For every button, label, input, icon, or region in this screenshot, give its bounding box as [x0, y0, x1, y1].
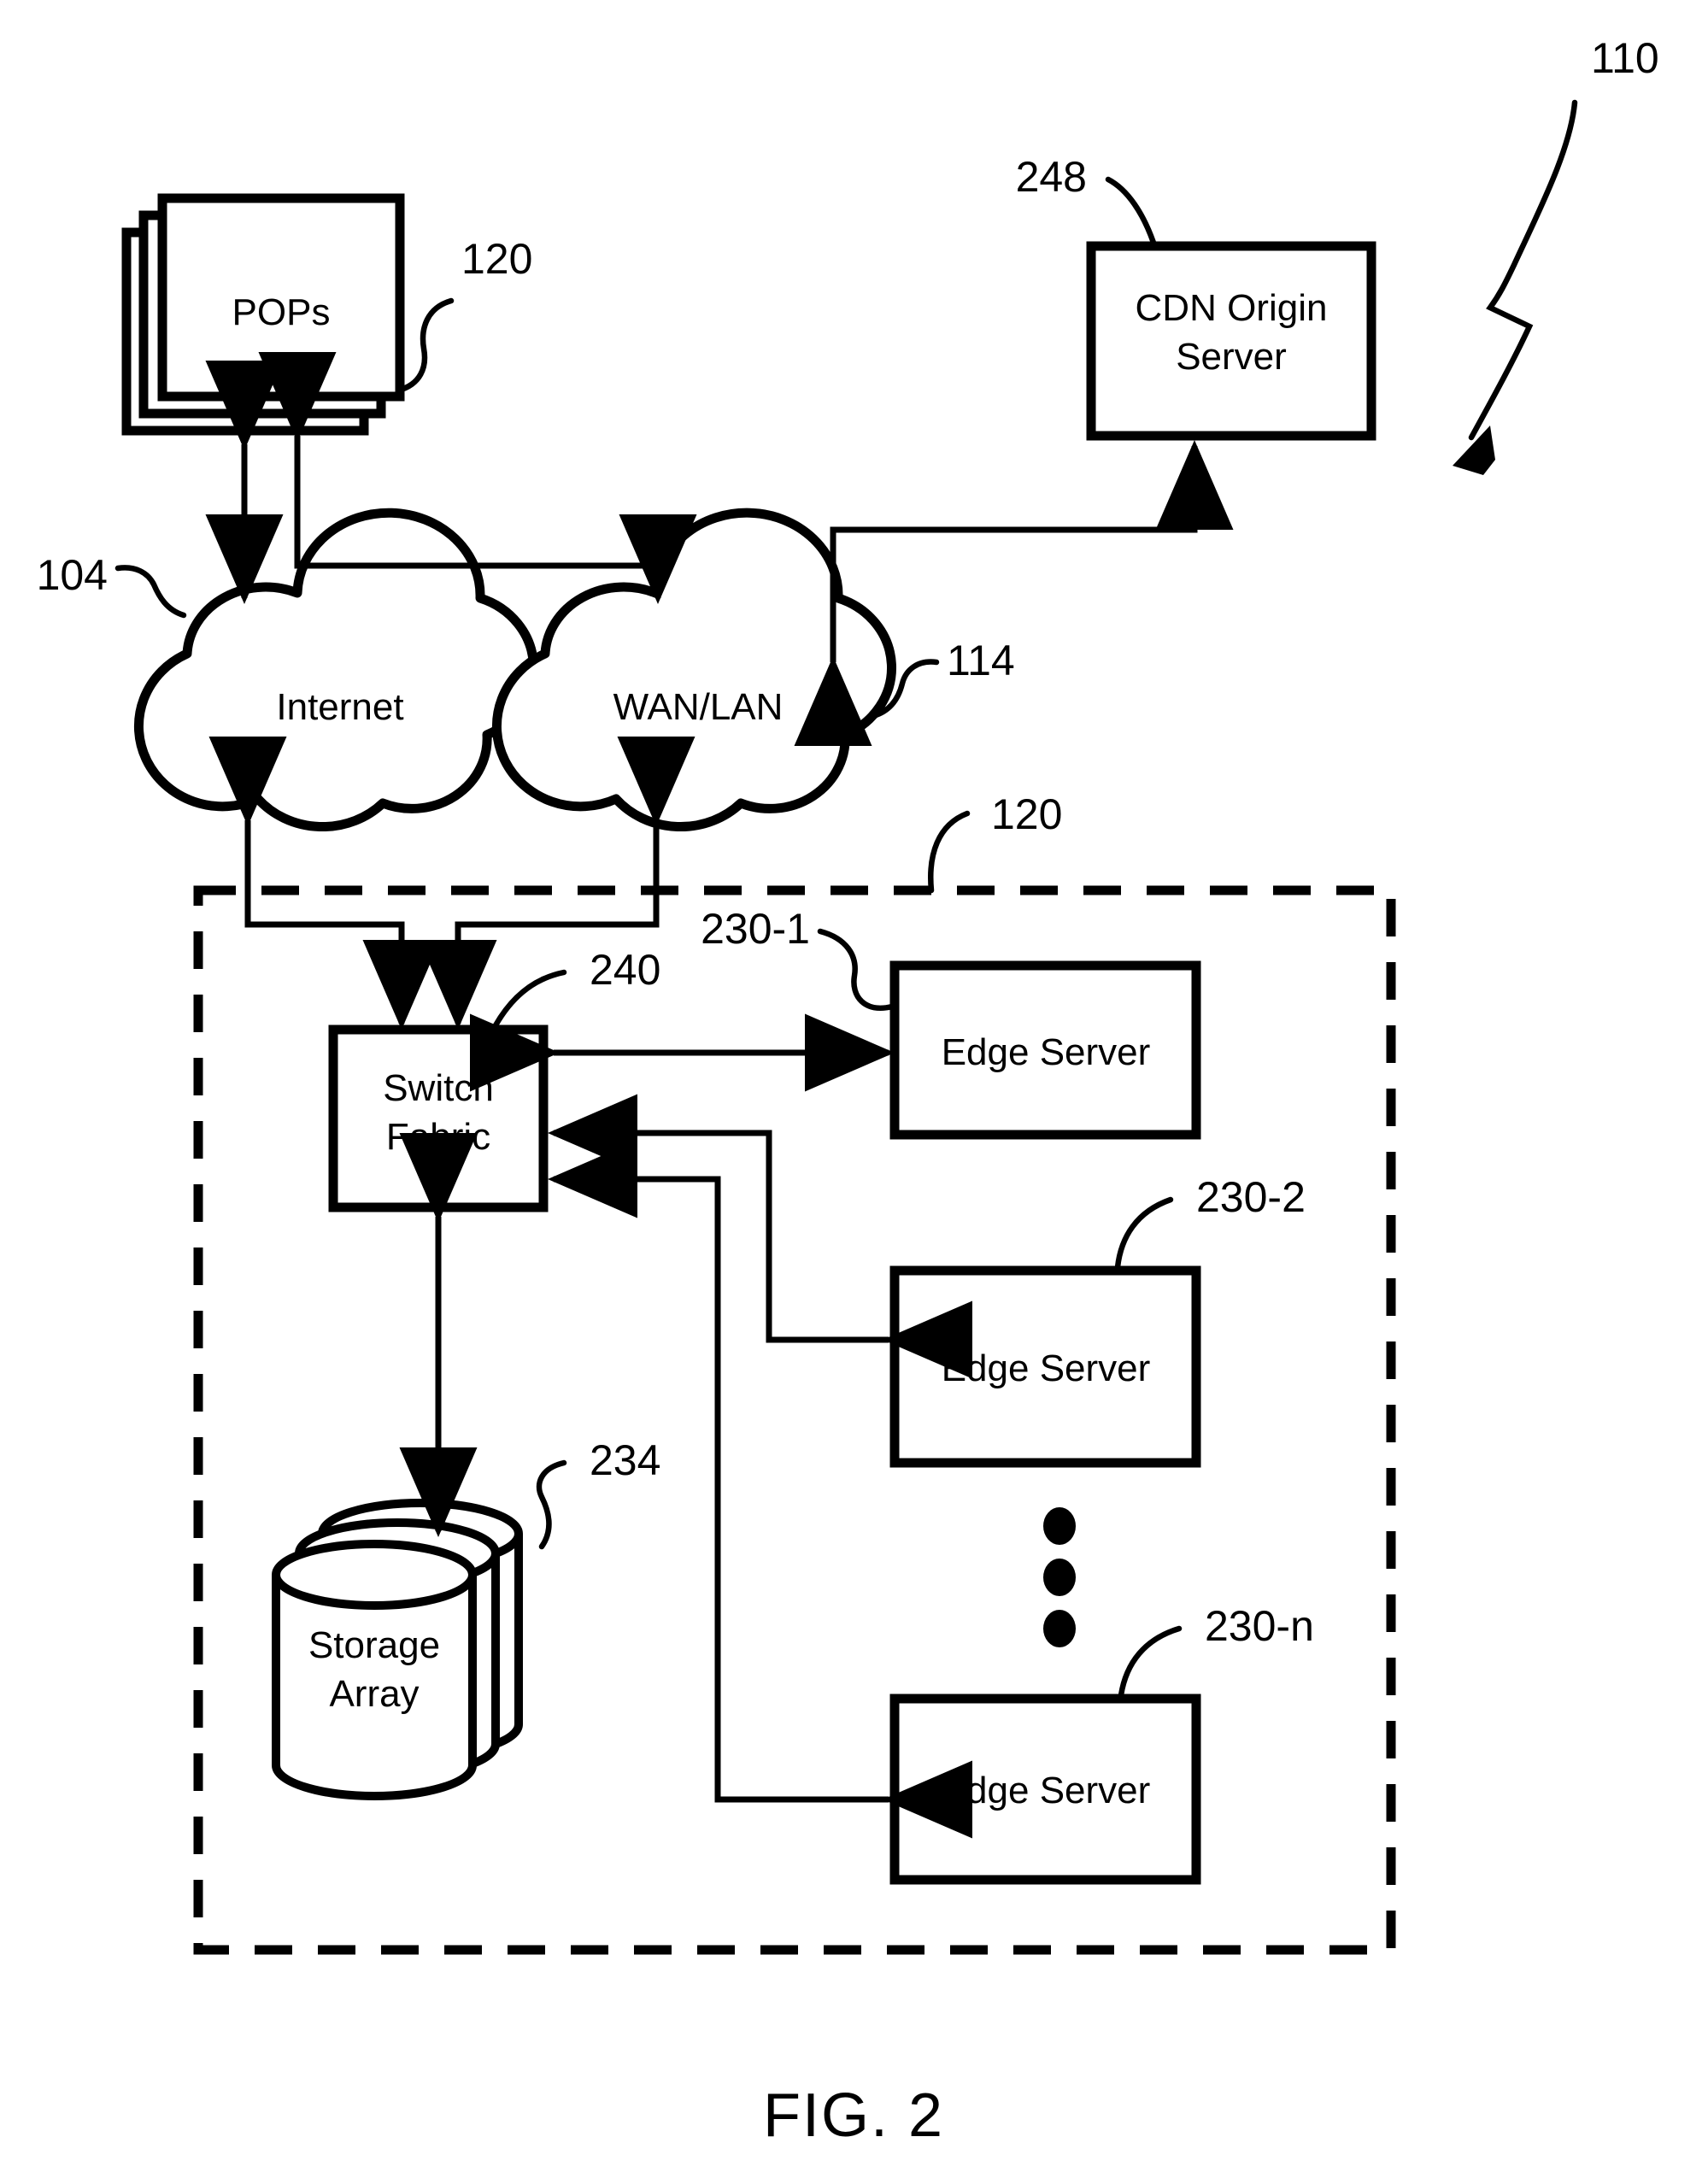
pop-boundary-ref-leader [928, 810, 971, 894]
ref-label-storage-234: 234 [590, 1436, 660, 1484]
edge-server-2-node: Edge Server 230-2 [548, 1094, 1306, 1468]
link-internet-switchfabric [208, 737, 441, 1030]
arrow-internet-switchfabric [208, 737, 441, 1030]
pops-node: POPs 120 [121, 193, 532, 436]
wanlan-cloud-node: WAN/LAN 114 [491, 508, 1015, 831]
link-wanlan-cdn [794, 440, 1234, 746]
switch-fabric-label-line2: Fabric [386, 1116, 490, 1158]
internet-label: Internet [276, 686, 403, 728]
ref-label-pops-120: 120 [461, 235, 532, 283]
internet-cloud-shape [133, 508, 538, 831]
ref-label-edge1-230-1: 230-1 [701, 905, 810, 953]
storage-array-node: Storage Array 234 [272, 1436, 660, 1800]
pops-ref-leader [395, 297, 455, 394]
storage-array-ref-leader [536, 1459, 567, 1550]
cdn-origin-label-line1: CDN Origin [1136, 287, 1328, 329]
cdn-origin-ref-leader [1105, 176, 1157, 246]
ref-label-cdn-248: 248 [1016, 153, 1087, 201]
edge-server-n-ref-leader [1118, 1625, 1183, 1699]
edge-server-1-node: Edge Server 230-1 [470, 905, 1201, 1140]
cdn-origin-label-line2: Server [1176, 336, 1287, 378]
arrow-switchfabric-edgen [548, 1140, 972, 1839]
storage-array-label-line2: Array [329, 1673, 419, 1715]
wanlan-label: WAN/LAN [613, 686, 784, 728]
switch-fabric-node: Switch Fabric 240 [328, 946, 660, 1212]
ref-label-edgen-230-n: 230-n [1205, 1602, 1314, 1650]
ref-label-popboundary-120: 120 [991, 790, 1062, 838]
edge-server-n-label: Edge Server [942, 1770, 1151, 1811]
switch-fabric-label-line1: Switch [383, 1067, 494, 1109]
edge-server-2-label: Edge Server [942, 1347, 1151, 1389]
storage-cylinder-front-top [272, 1574, 477, 1610]
ellipsis-dot-1 [1043, 1507, 1076, 1545]
vertical-ellipsis [1043, 1507, 1076, 1647]
internet-cloud-node: Internet 104 [37, 508, 538, 831]
ellipsis-dot-3 [1043, 1610, 1076, 1647]
ref-label-wanlan-114: 114 [947, 637, 1015, 684]
arrow-wanlan-cdn [794, 440, 1234, 746]
figure-caption: FIG. 2 [763, 2081, 944, 2150]
ref-label-switchfabric-240: 240 [590, 946, 660, 994]
edge-server-2-ref-leader [1114, 1196, 1174, 1271]
ref-label-internet-104: 104 [37, 551, 108, 599]
switch-fabric-ref-leader [492, 969, 567, 1029]
edge-server-1-ref-leader [817, 928, 895, 1011]
edge-server-1-label: Edge Server [942, 1031, 1151, 1073]
pops-label: POPs [232, 291, 331, 333]
arrow-switchfabric-edge2 [548, 1094, 972, 1379]
cdn-origin-server-node: CDN Origin Server 248 [1016, 153, 1376, 441]
storage-array-label-line1: Storage [308, 1624, 440, 1666]
figure-canvas: 110 POPs 120 CDN Origin Server 248 Inter… [37, 34, 1659, 2150]
ref-label-edge2-230-2: 230-2 [1196, 1173, 1306, 1221]
ellipsis-dot-2 [1043, 1559, 1076, 1596]
ref-label-110: 110 [1591, 34, 1659, 82]
system-ref-110: 110 [1453, 34, 1659, 475]
internet-ref-leader [114, 565, 187, 619]
patent-figure-2: 110 POPs 120 CDN Origin Server 248 Inter… [0, 0, 1708, 2178]
